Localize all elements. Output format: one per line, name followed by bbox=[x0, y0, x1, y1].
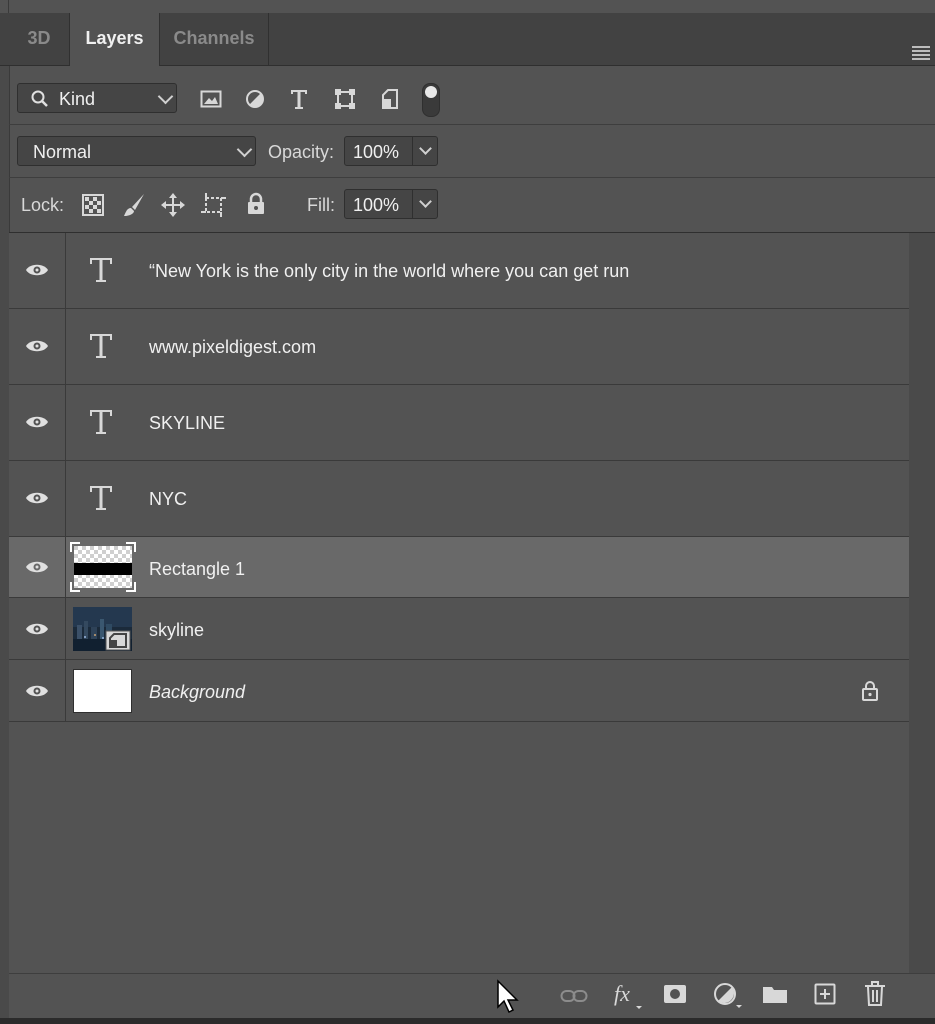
fill-value: 100% bbox=[353, 195, 400, 215]
new-layer-icon[interactable] bbox=[814, 983, 836, 1005]
layer-name: NYC bbox=[149, 489, 188, 509]
layer-row-selected[interactable]: Rectangle 1 bbox=[9, 537, 909, 598]
fill-label: Fill: bbox=[307, 195, 335, 215]
visibility-column bbox=[9, 598, 66, 659]
shape-filter-icon[interactable] bbox=[334, 88, 356, 110]
chevron-down-icon bbox=[157, 88, 174, 105]
add-mask-icon[interactable] bbox=[663, 984, 687, 1004]
mouse-cursor-icon bbox=[497, 979, 519, 1014]
delete-icon[interactable] bbox=[864, 981, 886, 1007]
lock-icon[interactable] bbox=[861, 680, 879, 702]
lock-label: Lock: bbox=[21, 195, 65, 215]
lock-pixels-icon[interactable] bbox=[122, 192, 146, 218]
blend-mode-select[interactable]: Normal bbox=[17, 136, 256, 166]
eye-icon[interactable] bbox=[25, 339, 49, 353]
layers-list: “New York is the only city in the world … bbox=[9, 233, 909, 973]
smart-object-filter-icon[interactable] bbox=[380, 88, 400, 110]
text-layer-icon bbox=[90, 334, 112, 358]
bottom-strip bbox=[0, 1018, 935, 1024]
fx-icon[interactable]: fx bbox=[612, 982, 644, 1010]
tab-layers[interactable]: Layers bbox=[70, 13, 160, 66]
kind-label: Kind bbox=[59, 89, 96, 109]
chevron-down-icon bbox=[236, 141, 253, 158]
blend-mode-value: Normal bbox=[33, 142, 92, 162]
lock-row: Lock: Fill: 100% bbox=[9, 178, 935, 233]
lock-position-icon[interactable] bbox=[160, 192, 186, 218]
top-strip bbox=[0, 0, 935, 14]
opacity-field[interactable]: 100% bbox=[344, 136, 438, 166]
lock-all-icon[interactable] bbox=[246, 192, 266, 216]
visibility-column bbox=[9, 309, 66, 384]
layer-name: skyline bbox=[149, 620, 205, 640]
chevron-down-icon[interactable] bbox=[419, 142, 432, 155]
opacity-value: 100% bbox=[353, 142, 400, 162]
eye-icon[interactable] bbox=[25, 560, 49, 574]
layers-panel: 3D Layers Channels Kind Normal Opacity: … bbox=[0, 0, 935, 1024]
text-layer-icon bbox=[90, 486, 112, 510]
type-filter-icon[interactable] bbox=[289, 88, 309, 110]
visibility-column bbox=[9, 233, 66, 308]
tab-bar: 3D Layers Channels bbox=[0, 13, 935, 66]
layers-footer: fx bbox=[9, 973, 935, 1019]
layer-name: Rectangle 1 bbox=[149, 559, 246, 579]
shape-layer-thumbnail[interactable] bbox=[70, 542, 136, 592]
layer-row[interactable]: “New York is the only city in the world … bbox=[9, 233, 909, 309]
lock-transparent-icon[interactable] bbox=[82, 194, 104, 216]
layer-row[interactable]: skyline bbox=[9, 598, 909, 660]
eye-icon[interactable] bbox=[25, 622, 49, 636]
filter-row: Kind bbox=[9, 66, 935, 125]
text-layer-icon bbox=[90, 258, 112, 282]
tab-3d[interactable]: 3D bbox=[9, 13, 70, 65]
layer-row[interactable]: Background bbox=[9, 660, 909, 722]
visibility-column bbox=[9, 385, 66, 460]
eye-icon[interactable] bbox=[25, 263, 49, 277]
new-group-icon[interactable] bbox=[762, 984, 788, 1004]
eye-icon[interactable] bbox=[25, 415, 49, 429]
search-icon bbox=[31, 90, 48, 107]
panel-menu-icon[interactable] bbox=[912, 46, 930, 60]
link-layers-icon[interactable] bbox=[560, 988, 588, 1004]
eye-icon[interactable] bbox=[25, 684, 49, 698]
visibility-column bbox=[9, 537, 66, 597]
lock-artboard-icon[interactable] bbox=[201, 192, 227, 218]
fill-field[interactable]: 100% bbox=[344, 189, 438, 219]
filter-toggle-icon[interactable] bbox=[422, 83, 440, 117]
layer-name: “New York is the only city in the world … bbox=[149, 261, 630, 281]
layer-row[interactable]: www.pixeldigest.com bbox=[9, 309, 909, 385]
layer-row[interactable]: SKYLINE bbox=[9, 385, 909, 461]
adjustment-filter-icon[interactable] bbox=[245, 89, 265, 109]
visibility-column bbox=[9, 461, 66, 536]
tab-channels[interactable]: Channels bbox=[160, 13, 269, 65]
image-filter-icon[interactable] bbox=[200, 90, 222, 108]
eye-icon[interactable] bbox=[25, 491, 49, 505]
layer-name: www.pixeldigest.com bbox=[149, 337, 317, 357]
svg-text:fx: fx bbox=[614, 982, 630, 1006]
text-layer-icon bbox=[90, 410, 112, 434]
chevron-down-icon[interactable] bbox=[419, 195, 432, 208]
kind-filter-select[interactable]: Kind bbox=[17, 83, 177, 113]
layer-name: SKYLINE bbox=[149, 413, 226, 433]
opacity-label: Opacity: bbox=[268, 142, 335, 162]
layer-name: Background bbox=[149, 682, 246, 702]
blend-row: Normal Opacity: 100% bbox=[9, 125, 935, 178]
adjustment-layer-icon[interactable] bbox=[713, 982, 743, 1010]
layer-row[interactable]: NYC bbox=[9, 461, 909, 537]
layers-scrollbar[interactable] bbox=[909, 233, 935, 973]
visibility-column bbox=[9, 660, 66, 721]
skyline-image-thumbnail[interactable] bbox=[73, 607, 132, 651]
background-thumbnail[interactable] bbox=[73, 669, 132, 713]
